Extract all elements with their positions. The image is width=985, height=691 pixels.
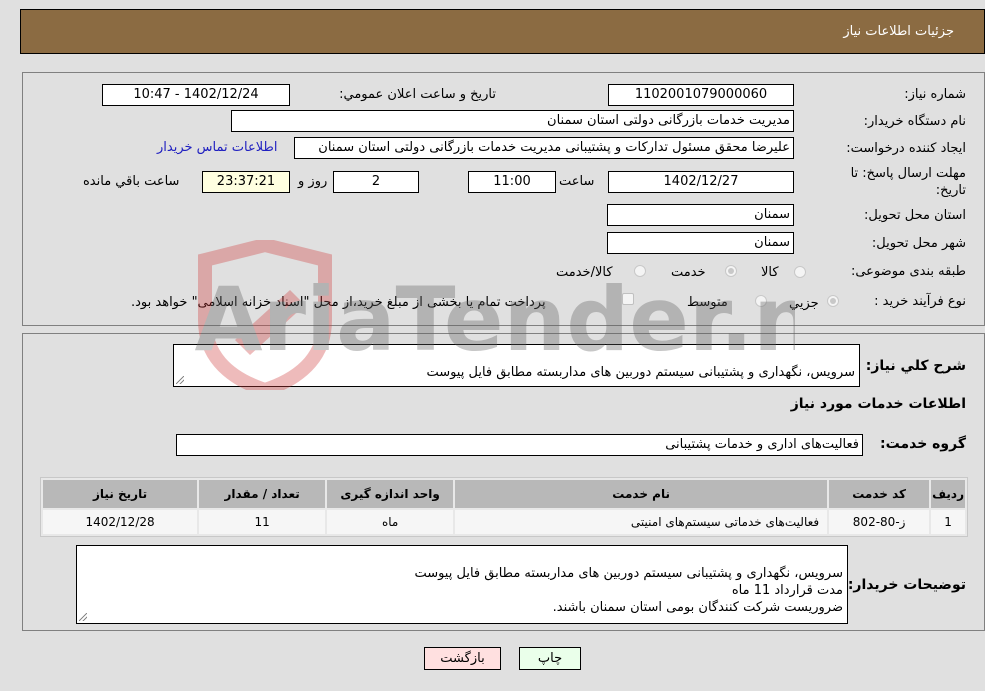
announce-label: تاریخ و ساعت اعلان عمومي: [339,87,496,102]
table-header-row: ردیف کد خدمت نام خدمت واحد اندازه گیری ت… [43,480,965,508]
table-row: 1 ز-80-802 فعالیت‌های خدماتی سیستم‌های ا… [43,510,965,534]
service-group-label: گروه خدمت: [880,436,966,452]
city-field: سمنان [607,232,794,254]
back-button[interactable]: بازگشت [424,647,501,670]
deadline-time-field: 11:00 [468,171,556,193]
col-header-need-date: تاریخ نیاز [43,480,198,508]
category-label: طبقه بندی موضوعی: [850,264,966,279]
buyer-notes-textarea[interactable]: سرویس، نگهداری و پشتیبانی سیستم دوربین ه… [76,545,848,624]
days-remaining-field: 2 [333,171,419,193]
buyer-org-field: مدیریت خدمات بازرگانی دولتی استان سمنان [231,110,794,132]
process-option-medium: متوسط [687,295,728,310]
col-header-service-name: نام خدمت [455,480,828,508]
col-header-unit: واحد اندازه گیری [327,480,454,508]
creator-label: ایجاد کننده درخواست: [846,141,966,156]
cell-unit: ماه [327,510,454,534]
deadline-label: مهلت ارسال پاسخ: تا تاریخ: [850,166,966,198]
buyer-notes-text: سرویس، نگهداری و پشتیبانی سیستم دوربین ه… [414,566,843,615]
need-info-panel: شماره نیاز: 1102001079000060 تاریخ و ساع… [22,72,985,326]
cell-service-name: فعالیت‌های خدماتی سیستم‌های امنیتی [455,510,828,534]
days-label: روز و [298,174,328,189]
category-option-service: خدمت [671,265,706,280]
print-button[interactable]: چاپ [519,647,581,670]
process-type-label: نوع فرآیند خرید : [874,294,966,309]
need-number-label: شماره نیاز: [904,87,966,102]
cell-need-date: 1402/12/28 [43,510,198,534]
treasury-checkbox[interactable] [622,293,634,305]
province-field: سمنان [607,204,794,226]
page-header: جزئیات اطلاعات نیاز [20,9,985,54]
time-remaining-field: 23:37:21 [202,171,290,193]
announce-datetime-field: 1402/12/24 - 10:47 [102,84,290,106]
resize-grip-icon[interactable] [79,613,87,621]
category-radio-service[interactable] [725,265,737,277]
time-remaining-label: ساعت باقي مانده [83,174,180,189]
deadline-time-label: ساعت [559,174,595,189]
buyer-notes-label: توضیحات خریدار: [847,577,966,593]
treasury-note: پرداخت تمام یا بخشی از مبلغ خرید،از محل … [131,295,546,310]
cell-service-code: ز-80-802 [829,510,930,534]
description-text: سرویس، نگهداری و پشتیبانی سیستم دوربین ه… [426,365,855,380]
cell-quantity: 11 [199,510,326,534]
city-label: شهر محل تحویل: [871,236,966,251]
service-details-panel: شرح کلي نیاز: سرویس، نگهداری و پشتیبانی … [22,333,985,631]
category-radio-goods[interactable] [794,266,806,278]
description-textarea[interactable]: سرویس، نگهداری و پشتیبانی سیستم دوربین ه… [173,344,860,387]
buyer-org-label: نام دستگاه خریدار: [863,114,966,129]
province-label: استان محل تحویل: [864,208,966,223]
services-heading: اطلاعات خدمات مورد نیاز [790,396,966,412]
category-option-goods: کالا [761,265,779,280]
deadline-date-field: 1402/12/27 [608,171,794,193]
process-radio-minor[interactable] [827,295,839,307]
need-number-field: 1102001079000060 [608,84,794,106]
category-option-goods-service: کالا/خدمت [556,265,613,280]
col-header-quantity: تعداد / مقدار [199,480,326,508]
process-radio-medium[interactable] [755,295,767,307]
category-radio-goods-service[interactable] [634,265,646,277]
cell-row-number: 1 [931,510,965,534]
service-group-field: فعالیت‌های اداری و خدمات پشتیبانی [176,434,863,456]
creator-field: علیرضا محقق مسئول تدارکات و پشتیبانی مدی… [294,137,794,159]
col-header-service-code: کد خدمت [829,480,930,508]
description-label: شرح کلي نیاز: [865,358,966,374]
resize-grip-icon[interactable] [176,376,184,384]
buyer-contact-link[interactable]: اطلاعات تماس خریدار [157,140,277,155]
services-table: ردیف کد خدمت نام خدمت واحد اندازه گیری ت… [40,477,968,537]
process-option-minor: جزیي [789,296,819,311]
page-title: جزئیات اطلاعات نیاز [843,24,954,39]
col-header-row-number: ردیف [931,480,965,508]
